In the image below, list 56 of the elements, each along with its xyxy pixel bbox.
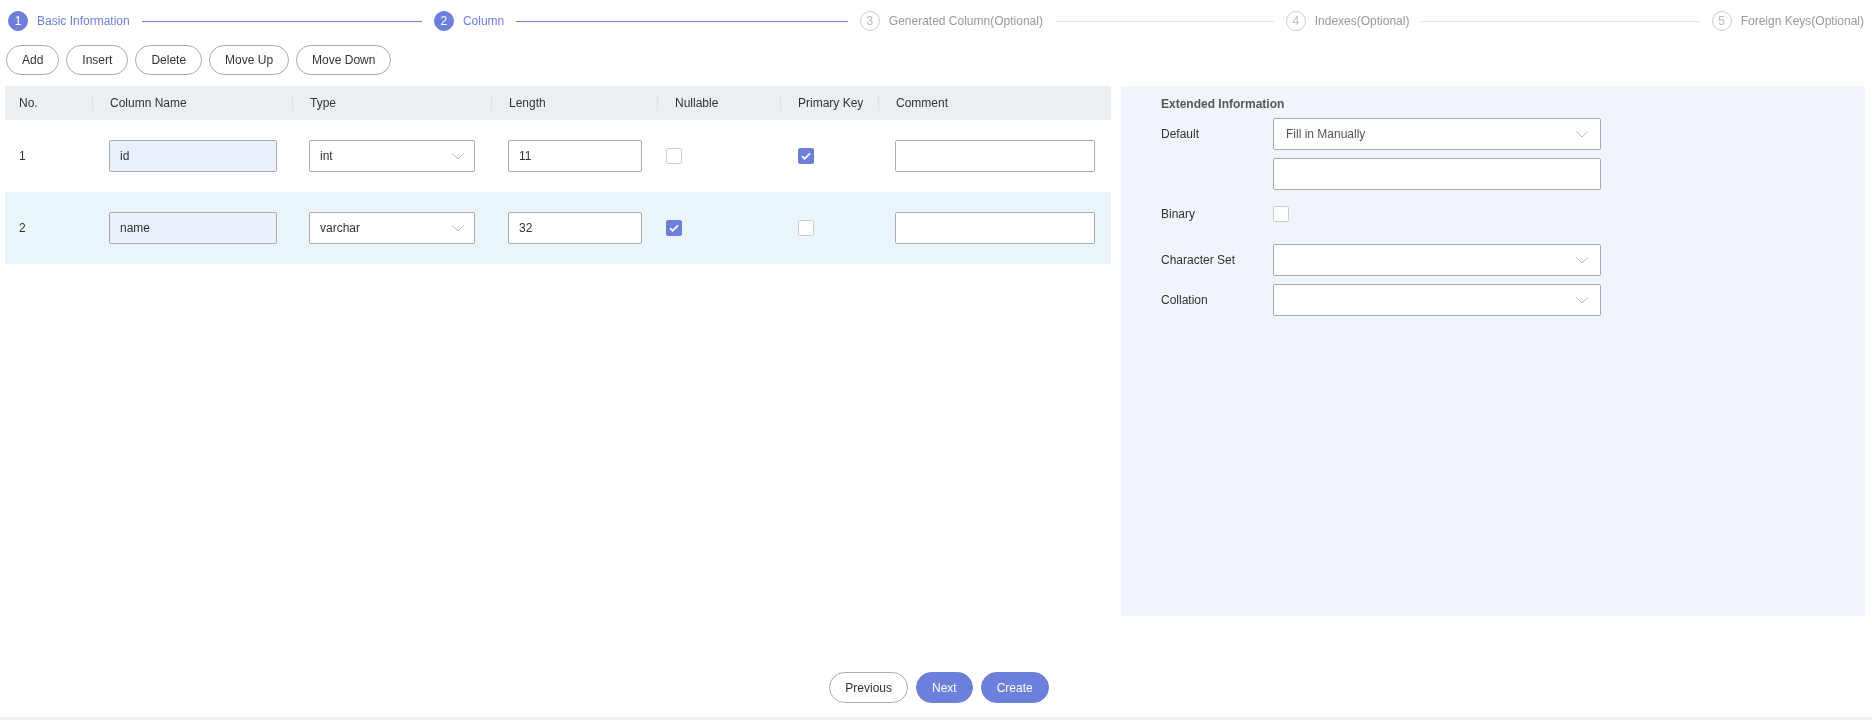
chevron-down-icon xyxy=(452,152,464,160)
step-label: Generated Column(Optional) xyxy=(888,14,1043,28)
type-select[interactable]: varchar xyxy=(309,212,475,244)
select-field[interactable] xyxy=(1273,284,1601,316)
column-header: Comment xyxy=(878,95,1111,111)
checkbox[interactable] xyxy=(666,220,682,236)
column-header: No. xyxy=(18,95,39,111)
field-label: Binary xyxy=(1161,207,1196,221)
select-field[interactable] xyxy=(1273,244,1601,276)
column-header: Type xyxy=(292,95,491,111)
comment-field[interactable] xyxy=(895,140,1095,172)
step-label: Basic Information xyxy=(37,14,130,28)
comment-field[interactable] xyxy=(895,212,1095,244)
step-label: Column xyxy=(462,14,505,28)
field-label: Default xyxy=(1161,127,1201,141)
checkbox[interactable] xyxy=(798,148,814,164)
column-name-field[interactable]: name xyxy=(109,212,277,244)
toolbar-button[interactable]: Add xyxy=(6,45,60,75)
checkbox[interactable] xyxy=(666,148,682,164)
footer-button[interactable]: Previous xyxy=(829,672,908,703)
column-header: Column Name xyxy=(92,95,292,111)
toolbar-button[interactable]: Move Down xyxy=(296,45,392,75)
type-select[interactable]: int xyxy=(309,140,475,172)
step-number: 3 xyxy=(859,11,880,31)
step-number: 2 xyxy=(433,11,454,31)
checkbox[interactable] xyxy=(798,220,814,236)
field-label: Collation xyxy=(1161,293,1209,307)
row-number: 2 xyxy=(18,221,27,235)
chevron-down-icon xyxy=(1576,130,1588,138)
step-number: 1 xyxy=(8,11,28,31)
column-header: Primary Key xyxy=(780,95,878,111)
chevron-down-icon xyxy=(1576,296,1588,304)
toolbar-button[interactable]: Insert xyxy=(66,45,129,75)
length-field[interactable]: 11 xyxy=(508,140,642,172)
field-label: Character Set xyxy=(1161,253,1237,267)
select-field[interactable]: Fill in Manually xyxy=(1273,118,1601,150)
chevron-down-icon xyxy=(1576,256,1588,264)
row-number: 1 xyxy=(18,149,27,163)
step-number: 5 xyxy=(1711,11,1732,31)
column-header: Length xyxy=(491,95,657,111)
step-label: Foreign Keys(Optional) xyxy=(1740,14,1864,28)
step-number: 4 xyxy=(1285,11,1306,31)
column-name-field[interactable]: id xyxy=(109,140,277,172)
section-title: Extended Information xyxy=(1161,97,1286,111)
toolbar-button[interactable]: Move Up xyxy=(209,45,290,75)
table-row[interactable]: 2 name varchar 32 xyxy=(5,192,1111,264)
length-field[interactable]: 32 xyxy=(508,212,642,244)
chevron-down-icon xyxy=(452,224,464,232)
checkbox[interactable] xyxy=(1273,206,1289,222)
table-row[interactable]: 1 id int 11 xyxy=(5,120,1111,192)
footer-button[interactable]: Next xyxy=(916,672,973,703)
toolbar-button[interactable]: Delete xyxy=(135,45,203,75)
footer-button[interactable]: Create xyxy=(980,672,1049,703)
step-label: Indexes(Optional) xyxy=(1314,14,1410,28)
column-header: Nullable xyxy=(657,95,780,111)
input-field[interactable] xyxy=(1273,158,1601,190)
